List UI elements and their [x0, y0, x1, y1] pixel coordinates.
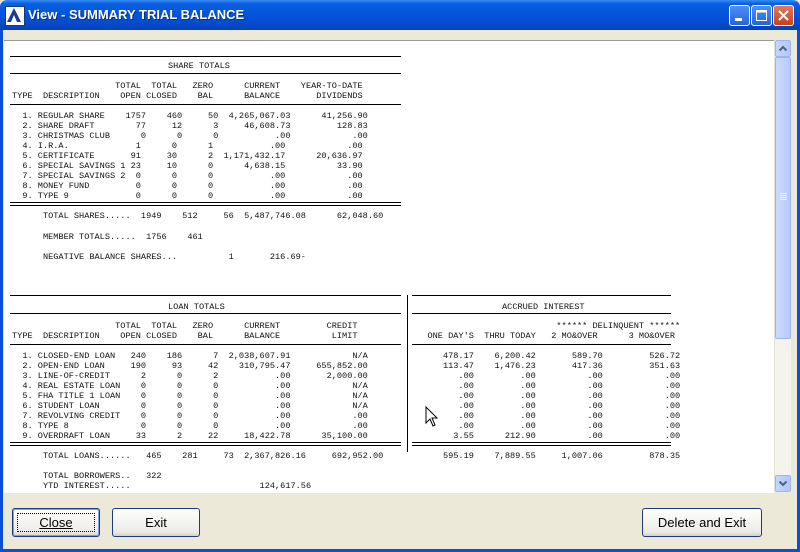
loan-total-line: TOTAL LOANS...... 465 281 73 2,367,826.1… [12, 451, 384, 461]
accrued-row: 478.17 6,200.42 589.70 526.72 [412, 351, 681, 361]
share-row: 8. MONEY FUND 0 0 0 .00 .00 [12, 181, 363, 191]
accrued-top-rule [412, 295, 671, 296]
share-row: 4. I.R.A. 1 0 1 .00 .00 [12, 141, 363, 151]
share-row: 2. SHARE DRAFT 77 12 3 46,608.73 128.83 [12, 121, 368, 131]
close-button[interactable]: Close [12, 508, 100, 537]
delete-and-exit-button-label: Delete and Exit [657, 515, 747, 530]
app-logo-icon [5, 6, 25, 26]
loan-row: 5. FHA TITLE 1 LOAN 0 0 0 .00 N/A [12, 391, 368, 401]
share-row: 9. TYPE 9 0 0 0 .00 .00 [12, 191, 363, 201]
scroll-grip [780, 199, 787, 200]
scroll-thumb[interactable] [775, 57, 791, 339]
negative-balance-line: NEGATIVE BALANCE SHARES... 1 216.69- [12, 252, 306, 262]
loan-row: 1. CLOSED-END LOAN 240 186 7 2,038,607.9… [12, 351, 368, 361]
total-borrowers-line: TOTAL BORROWERS.. 322 [12, 471, 162, 481]
loan-total-rule [10, 442, 401, 446]
share-row: 3. CHRISTMAS CLUB 0 0 0 .00 .00 [12, 131, 368, 141]
close-window-button[interactable] [773, 5, 794, 26]
maximize-icon [756, 10, 767, 21]
report-viewport[interactable]: SHARE TOTALS TOTAL TOTAL ZERO CURRENT YE… [4, 40, 774, 493]
accrued-row: 3.55 212.90 .00 .00 [412, 431, 681, 441]
share-heading: SHARE TOTALS [168, 61, 230, 71]
accrued-heading: ACCRUED INTEREST [502, 302, 585, 312]
accrued-header-line-2: ONE DAY'S THRU TODAY 2 MO&OVER 3 MO&OVER [412, 331, 676, 341]
share-header-line-2: TYPE DESCRIPTION OPEN CLOSED BAL BALANCE… [12, 91, 363, 101]
minimize-icon [735, 18, 742, 21]
accrued-row: .00 .00 .00 .00 [412, 371, 681, 381]
loan-row: 9. OVERDRAFT LOAN 33 2 22 18,422.78 35,1… [12, 431, 368, 441]
scroll-grip [780, 193, 787, 194]
share-row: 7. SPECIAL SAVINGS 2 0 0 0 .00 .00 [12, 171, 363, 181]
minimize-button[interactable] [729, 5, 750, 26]
accrued-row: .00 .00 .00 .00 [412, 421, 681, 431]
title-bar: View - SUMMARY TRIAL BALANCE [0, 0, 800, 30]
accrued-header-line-1: ****** DELINQUENT ****** [412, 321, 681, 331]
maximize-button[interactable] [751, 5, 772, 26]
scroll-down-button[interactable] [775, 475, 791, 492]
loan-row: 3. LINE-OF-CREDIT 2 0 2 .00 2,000.00 [12, 371, 368, 381]
share-header-line-1: TOTAL TOTAL ZERO CURRENT YEAR-TO-DATE [12, 81, 363, 91]
share-total-line: TOTAL SHARES..... 1949 512 56 5,487,746.… [12, 211, 384, 221]
chevron-up-icon [778, 45, 788, 52]
member-totals-line: MEMBER TOTALS..... 1756 461 [12, 232, 203, 242]
share-header-rule [10, 104, 401, 105]
accrued-row: .00 .00 .00 .00 [412, 401, 681, 411]
scroll-grip [780, 195, 787, 196]
mouse-pointer-icon [425, 406, 439, 427]
loan-row: 7. REVOLVING CREDIT 0 0 0 .00 .00 [12, 411, 368, 421]
accrued-total-line: 595.19 7,889.55 1,007.06 878.35 [412, 451, 681, 461]
loan-header-line-1: TOTAL TOTAL ZERO CURRENT CREDIT [12, 321, 358, 331]
loan-heading: LOAN TOTALS [168, 302, 225, 312]
share-row: 5. CERTIFICATE 91 30 2 1,171,432.17 20,6… [12, 151, 363, 161]
loan-row: 2. OPEN-END LOAN 190 93 42 310,795.47 65… [12, 361, 368, 371]
accrued-total-rule [412, 442, 671, 446]
ytd-interest-line: YTD INTEREST..... 124,617.56 [12, 481, 312, 491]
delete-and-exit-button[interactable]: Delete and Exit [642, 508, 762, 537]
loan-heading-rule [10, 313, 401, 314]
vertical-scrollbar[interactable] [774, 40, 791, 492]
close-icon [778, 10, 789, 21]
accrued-row: 113.47 1,476.23 417.36 351.63 [412, 361, 681, 371]
loan-header-line-2: TYPE DESCRIPTION OPEN CLOSED BAL BALANCE… [12, 331, 358, 341]
loan-row: 4. REAL ESTATE LOAN 0 0 0 .00 N/A [12, 381, 368, 391]
window-title: View - SUMMARY TRIAL BALANCE [28, 7, 245, 22]
loan-header-rule [10, 344, 401, 345]
loan-row: 6. STUDENT LOAN 0 0 0 .00 N/A [12, 401, 368, 411]
scroll-up-button[interactable] [775, 40, 791, 57]
loan-top-rule [10, 295, 401, 296]
exit-button[interactable]: Exit [112, 508, 200, 537]
scroll-grip [780, 197, 787, 198]
share-row: 6. SPECIAL SAVINGS 1 23 10 0 4,638.15 33… [12, 161, 363, 171]
share-top-rule [10, 56, 401, 57]
accrued-row: .00 .00 .00 .00 [412, 411, 681, 421]
accrued-heading-rule [412, 313, 671, 314]
share-heading-rule [10, 73, 401, 74]
share-row: 1. REGULAR SHARE 1757 460 50 4,265,067.0… [12, 111, 368, 121]
accrued-header-rule [412, 344, 671, 345]
accrued-row: .00 .00 .00 .00 [412, 391, 681, 401]
accrued-divider [407, 295, 408, 452]
exit-button-label: Exit [145, 515, 167, 530]
focus-rect [17, 513, 95, 532]
chevron-down-icon [778, 480, 788, 487]
loan-row: 8. TYPE 8 0 0 0 .00 .00 [12, 421, 368, 431]
share-total-rule [10, 202, 401, 206]
accrued-row: .00 .00 .00 .00 [412, 381, 681, 391]
